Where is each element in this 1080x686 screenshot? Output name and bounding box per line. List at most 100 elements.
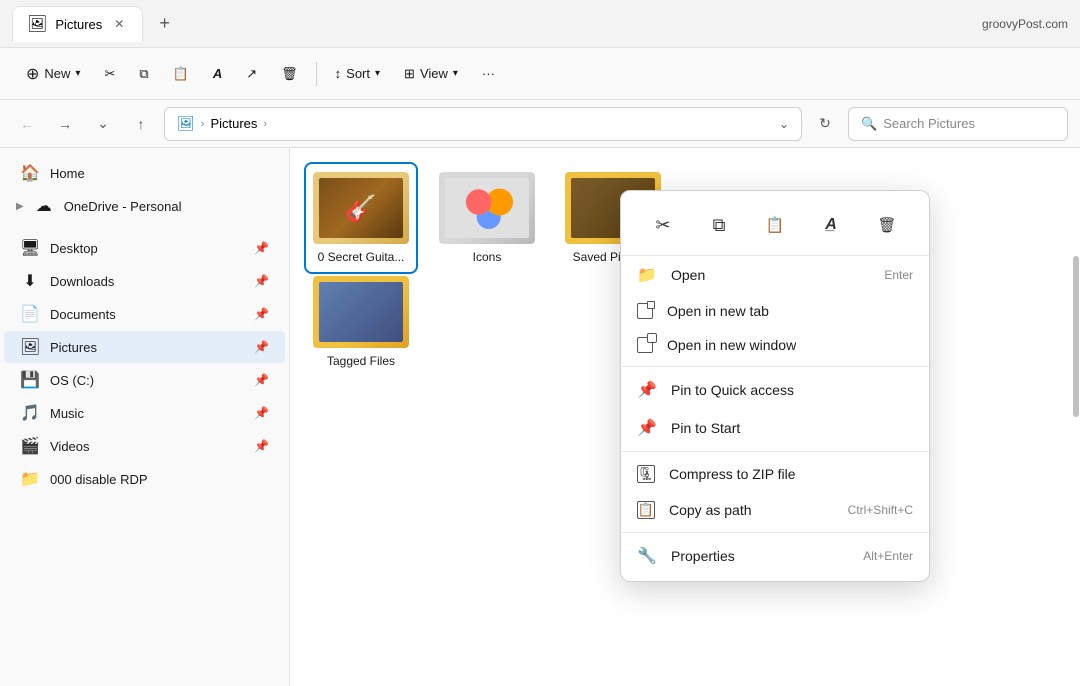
path-end-chevron: › [263,118,267,130]
sidebar-item-osc[interactable]: 💾 OS (C:) 📌 [4,364,285,396]
view-icon: ⊞ [404,66,415,82]
sidebar-item-desktop[interactable]: 🖥 Desktop 📌 [4,232,285,264]
delete-button[interactable]: 🗑 [271,56,308,92]
new-chevron-icon: ▾ [75,68,80,79]
refresh-button[interactable]: ↻ [810,109,840,139]
sidebar-item-onedrive[interactable]: ▶ ☁ OneDrive - Personal [4,190,285,222]
pin-icon: 📌 [254,241,269,255]
folder-item-icons[interactable]: Icons [432,164,542,272]
ctx-compress-label: Compress to ZIP file [669,466,913,482]
rename-button[interactable]: A [203,56,232,92]
ctx-open[interactable]: 📁 Open Enter [621,256,929,294]
recent-button[interactable]: ⌄ [88,109,118,139]
folder-item-tagged[interactable]: Tagged Files [306,268,416,376]
tab-close-button[interactable]: ✕ [110,15,128,33]
sidebar-item-label: Music [50,406,244,421]
ctx-paste-button[interactable]: 📋 [757,207,793,243]
view-button[interactable]: ⊞ View ▾ [394,56,468,92]
ctx-pin-start[interactable]: 📌 Pin to Start [621,409,929,447]
onedrive-expand-icon: ▶ [16,201,24,212]
ctx-open-tab-label: Open in new tab [667,303,913,319]
title-bar: 🖼 Pictures ✕ + groovyPost.com [0,0,1080,48]
address-path[interactable]: 🖼 › Pictures › ⌄ [164,107,802,141]
share-button[interactable]: ↗ [236,56,267,92]
context-toolbar: ✂ ⧉ 📋 A̲ 🗑 [621,197,929,256]
osc-icon: 💾 [20,370,40,390]
folder-thumbnail [439,172,535,244]
search-box[interactable]: 🔍 Search Pictures [848,107,1068,141]
rename-icon: A [213,66,222,81]
pin-icon: 📌 [254,340,269,354]
sort-icon: ↕ [335,66,342,81]
main-area: 🏠 Home ▶ ☁ OneDrive - Personal 🖥 Desktop… [0,148,1080,686]
sidebar-item-documents[interactable]: 📄 Documents 📌 [4,298,285,330]
ctx-open-window-label: Open in new window [667,337,913,353]
folder-item-guitar[interactable]: 🎸 0 Secret Guita... [306,164,416,272]
forward-button[interactable]: → [50,109,80,139]
ctx-rename-button[interactable]: A̲ [813,207,849,243]
ctx-pin-start-icon: 📌 [637,418,657,438]
sidebar-item-label: Downloads [50,274,244,289]
onedrive-icon: ☁ [34,196,54,216]
desktop-icon: 🖥 [20,238,40,258]
address-dropdown-icon[interactable]: ⌄ [779,117,789,131]
ctx-separator-3 [621,532,929,533]
sort-button[interactable]: ↕ Sort ▾ [325,56,390,92]
ctx-delete-button[interactable]: 🗑 [869,207,905,243]
scrollbar-thumb[interactable] [1073,256,1079,417]
new-button[interactable]: ⊕ New ▾ [16,56,90,92]
sidebar: 🏠 Home ▶ ☁ OneDrive - Personal 🖥 Desktop… [0,148,290,686]
ctx-compress-icon: 🗜 [637,465,655,483]
copy-button[interactable]: ⧉ [129,56,158,92]
folder-icon: 📁 [20,469,40,489]
more-button[interactable]: ··· [472,56,505,92]
ctx-properties-icon: 🔧 [637,546,657,566]
sidebar-item-label: OS (C:) [50,373,244,388]
new-tab-button[interactable]: + [151,11,178,36]
content-area: 🎸 0 Secret Guita... Icons [290,148,1080,686]
pin-icon: 📌 [254,439,269,453]
sidebar-item-000disable[interactable]: 📁 000 disable RDP [4,463,285,495]
ctx-pin-quick-icon: 📌 [637,380,657,400]
folder-thumbnail [313,276,409,348]
ctx-compress[interactable]: 🗜 Compress to ZIP file [621,456,929,492]
ctx-pin-quick-label: Pin to Quick access [671,382,913,398]
ctx-copy-path-icon: 📋 [637,501,655,519]
back-button[interactable]: ← [12,109,42,139]
ctx-open-tab-icon [637,303,653,319]
toolbar-separator [316,62,317,86]
ctx-properties-shortcut: Alt+Enter [863,549,913,563]
path-separator: › [201,118,205,130]
sidebar-item-music[interactable]: 🎵 Music 📌 [4,397,285,429]
ctx-pin-quick[interactable]: 📌 Pin to Quick access [621,371,929,409]
folder-thumbnail: 🎸 [313,172,409,244]
pin-icon: 📌 [254,274,269,288]
sidebar-item-pictures[interactable]: 🖼 Pictures 📌 [4,331,285,363]
ctx-cut-button[interactable]: ✂ [645,207,681,243]
pictures-icon: 🖼 [20,337,40,357]
scrollbar[interactable] [1072,148,1080,686]
view-chevron-icon: ▾ [453,68,458,79]
folder-name: 0 Secret Guita... [318,250,405,264]
ctx-copy-path-shortcut: Ctrl+Shift+C [848,503,913,517]
sort-chevron-icon: ▾ [375,68,380,79]
up-button[interactable]: ↑ [126,109,156,139]
ctx-open-icon: 📁 [637,265,657,285]
ctx-open-new-tab[interactable]: Open in new tab [621,294,929,328]
sidebar-item-videos[interactable]: 🎬 Videos 📌 [4,430,285,462]
ctx-copy-path[interactable]: 📋 Copy as path Ctrl+Shift+C [621,492,929,528]
tab-pictures[interactable]: 🖼 Pictures ✕ [12,6,143,42]
pin-icon: 📌 [254,307,269,321]
address-bar: ← → ⌄ ↑ 🖼 › Pictures › ⌄ ↻ 🔍 Search Pict… [0,100,1080,148]
ctx-copy-button[interactable]: ⧉ [701,207,737,243]
share-icon: ↗ [246,66,257,82]
paste-button[interactable]: 📋 [163,56,199,92]
tab-title: Pictures [55,17,102,32]
sidebar-item-downloads[interactable]: ⬇ Downloads 📌 [4,265,285,297]
sidebar-item-home[interactable]: 🏠 Home [4,157,285,189]
ctx-properties[interactable]: 🔧 Properties Alt+Enter [621,537,929,575]
ctx-open-shortcut: Enter [884,268,913,282]
sidebar-item-label: Documents [50,307,244,322]
cut-button[interactable]: ✂ [94,56,125,92]
ctx-open-new-window[interactable]: Open in new window [621,328,929,362]
